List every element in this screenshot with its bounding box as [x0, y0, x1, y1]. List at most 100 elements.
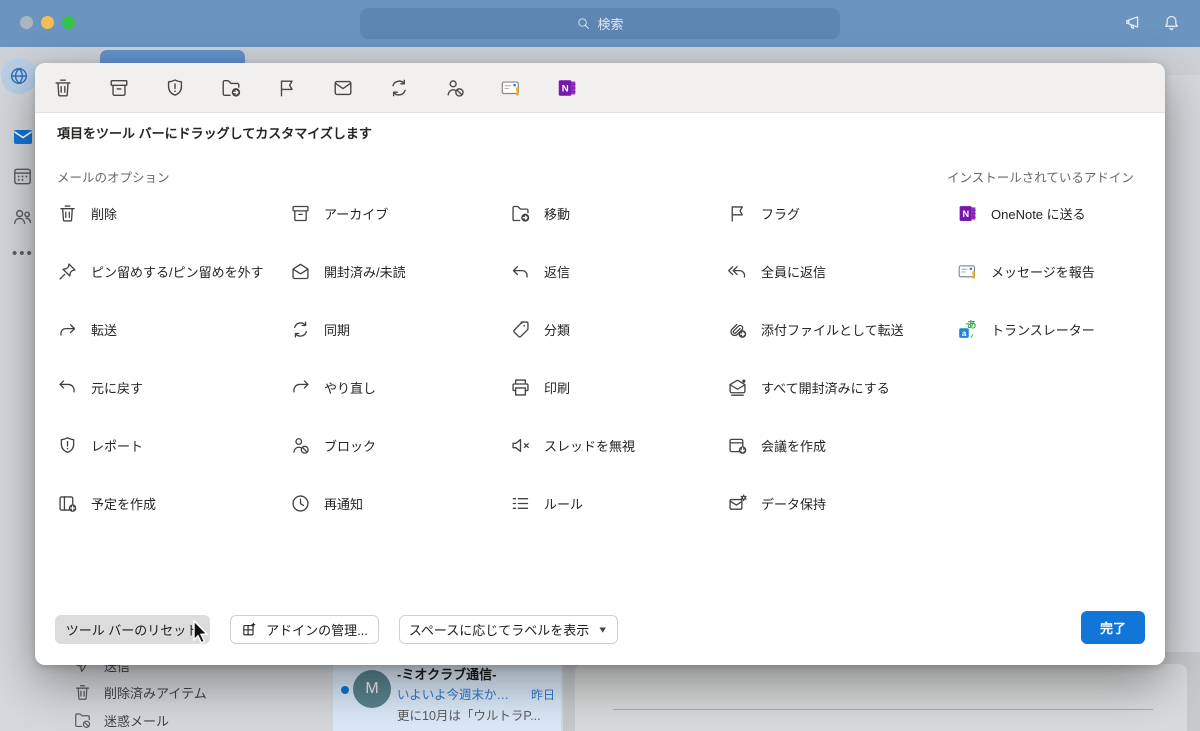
- option-sync[interactable]: 同期: [290, 300, 510, 358]
- shield-icon: [60, 436, 75, 453]
- toolbar-item-mail-report[interactable]: [500, 77, 556, 99]
- option-label: フラグ: [761, 206, 801, 222]
- option-reply[interactable]: 返信: [510, 242, 727, 300]
- toolbar-item-flag[interactable]: [276, 77, 332, 99]
- option-undo[interactable]: 元に戻す: [57, 358, 290, 416]
- option-flag[interactable]: フラグ: [727, 184, 957, 242]
- toolbar-item-person-block[interactable]: [444, 77, 500, 99]
- option-label: レポート: [91, 438, 144, 454]
- mail-gear-icon: [729, 493, 747, 510]
- minimize-window-icon[interactable]: [41, 16, 54, 29]
- print-icon: [512, 378, 529, 396]
- folder-item-1[interactable]: 削除済みアイテム: [73, 683, 207, 702]
- manage-addins-label: アドインの管理...: [266, 623, 368, 638]
- option-label: 印刷: [544, 380, 571, 396]
- option-label: データ保持: [761, 496, 827, 512]
- option-report-msg[interactable]: メッセージを報告: [957, 242, 1155, 300]
- option-pin[interactable]: ピン留めする/ピン留めを外す: [57, 242, 290, 300]
- mail-date: 昨日: [530, 688, 555, 702]
- option-onenote[interactable]: N OneNote に送る: [957, 184, 1155, 242]
- toolbar-item-folder-move[interactable]: [220, 77, 276, 99]
- trash-icon: [55, 79, 71, 96]
- folder-item-2[interactable]: 迷惑メール: [73, 711, 169, 730]
- toolbar-item-sync[interactable]: [388, 77, 444, 99]
- label-display-value: スペースに応じてラベルを表示: [408, 623, 590, 638]
- mail-list-item[interactable]: M -ミオクラブ通信- いよいよ今週末か… 昨日 更に10月は「ウルトラP...: [333, 657, 561, 731]
- mail-preview: 更に10月は「ウルトラP...: [397, 709, 541, 723]
- toolbar-item-mail[interactable]: [332, 77, 388, 99]
- rail-people-icon[interactable]: [11, 205, 34, 228]
- rail-more-icon[interactable]: •••: [12, 245, 34, 262]
- onenote-icon: N: [959, 205, 976, 221]
- option-fwd-attach[interactable]: 添付ファイルとして転送: [727, 300, 957, 358]
- calendar-add-icon: [59, 495, 77, 512]
- toolbar-item-onenote[interactable]: N: [556, 77, 612, 99]
- option-redo[interactable]: やり直し: [290, 358, 510, 416]
- folder-label: 迷惑メール: [104, 714, 170, 729]
- option-label: 転送: [91, 322, 118, 338]
- bell-icon[interactable]: [1161, 13, 1182, 34]
- option-read-unread[interactable]: 開封済み/未読: [290, 242, 510, 300]
- manage-addins-button[interactable]: アドインの管理...: [230, 615, 379, 644]
- toolbar-item-trash[interactable]: [52, 77, 108, 99]
- done-button[interactable]: 完了: [1081, 611, 1145, 644]
- option-translator[interactable]: a あトランスレーター: [957, 300, 1155, 358]
- option-forward[interactable]: 転送: [57, 300, 290, 358]
- option-label: 添付ファイルとして転送: [761, 322, 904, 338]
- mail-report-icon: [958, 264, 976, 279]
- option-label: 会議を作成: [761, 438, 827, 454]
- mail-open-icon: [292, 263, 309, 279]
- megaphone-icon[interactable]: [1124, 13, 1145, 34]
- manage-addins-icon: [241, 621, 258, 638]
- option-label: すべて開封済みにする: [761, 380, 890, 396]
- option-label: ブロック: [324, 438, 377, 454]
- option-ignore-thread[interactable]: スレッドを無視: [510, 416, 727, 474]
- option-label: 移動: [544, 206, 571, 222]
- account-avatar[interactable]: [1, 58, 37, 94]
- meeting-icon: [729, 438, 747, 454]
- dialog-instruction: 項目をツール バーにドラッグしてカスタマイズします: [57, 126, 372, 141]
- toolbar-item-shield[interactable]: [164, 77, 220, 99]
- option-snooze[interactable]: 再通知: [290, 474, 510, 532]
- option-create-event[interactable]: 予定を作成: [57, 474, 290, 532]
- folder-move-icon: [512, 205, 530, 222]
- people-icon: [13, 209, 32, 224]
- traffic-lights[interactable]: [20, 16, 75, 29]
- mail-subject: いよいよ今週末か…: [397, 688, 510, 702]
- option-rules[interactable]: ルール: [510, 474, 727, 532]
- search-icon: [578, 18, 590, 29]
- option-create-meeting[interactable]: 会議を作成: [727, 416, 957, 474]
- toolbar-item-archive[interactable]: [108, 77, 164, 99]
- search-input[interactable]: 検索: [360, 8, 840, 39]
- option-block[interactable]: ブロック: [290, 416, 510, 474]
- option-categorize[interactable]: 分類: [510, 300, 727, 358]
- forward-icon: [60, 323, 76, 336]
- option-print[interactable]: 印刷: [510, 358, 727, 416]
- option-label: メッセージを報告: [991, 264, 1095, 280]
- rail-mail-icon[interactable]: [11, 125, 35, 149]
- search-icon: [576, 16, 591, 31]
- flag-icon: [731, 205, 743, 222]
- clock-icon: [292, 494, 309, 512]
- option-archive[interactable]: アーカイブ: [290, 184, 510, 242]
- reset-toolbar-button[interactable]: ツール バーのリセット: [55, 615, 210, 644]
- option-delete[interactable]: 削除: [57, 184, 290, 242]
- reading-pane-card: [575, 664, 1187, 731]
- trash-icon: [60, 204, 75, 222]
- rail-calendar-icon[interactable]: [11, 165, 34, 188]
- customize-toolbar-dialog: N 項目をツール バーにドラッグしてカスタマイズします メールのオプション イン…: [35, 63, 1165, 665]
- zoom-window-icon[interactable]: [62, 16, 75, 29]
- sync-icon: [392, 79, 406, 96]
- flag-icon: [280, 79, 293, 96]
- option-reply-all[interactable]: 全員に返信: [727, 242, 957, 300]
- option-move[interactable]: 移動: [510, 184, 727, 242]
- option-report[interactable]: レポート: [57, 416, 290, 474]
- option-mark-all-read[interactable]: すべて開封済みにする: [727, 358, 957, 416]
- option-label: 同期: [324, 322, 351, 338]
- person-block-icon: [293, 437, 309, 454]
- close-window-icon[interactable]: [20, 16, 33, 29]
- person-block-icon: [447, 79, 464, 97]
- option-data-retention[interactable]: データ保持: [727, 474, 957, 532]
- label-display-dropdown[interactable]: スペースに応じてラベルを表示 ▼: [399, 615, 618, 644]
- option-label: トランスレーター: [991, 322, 1095, 338]
